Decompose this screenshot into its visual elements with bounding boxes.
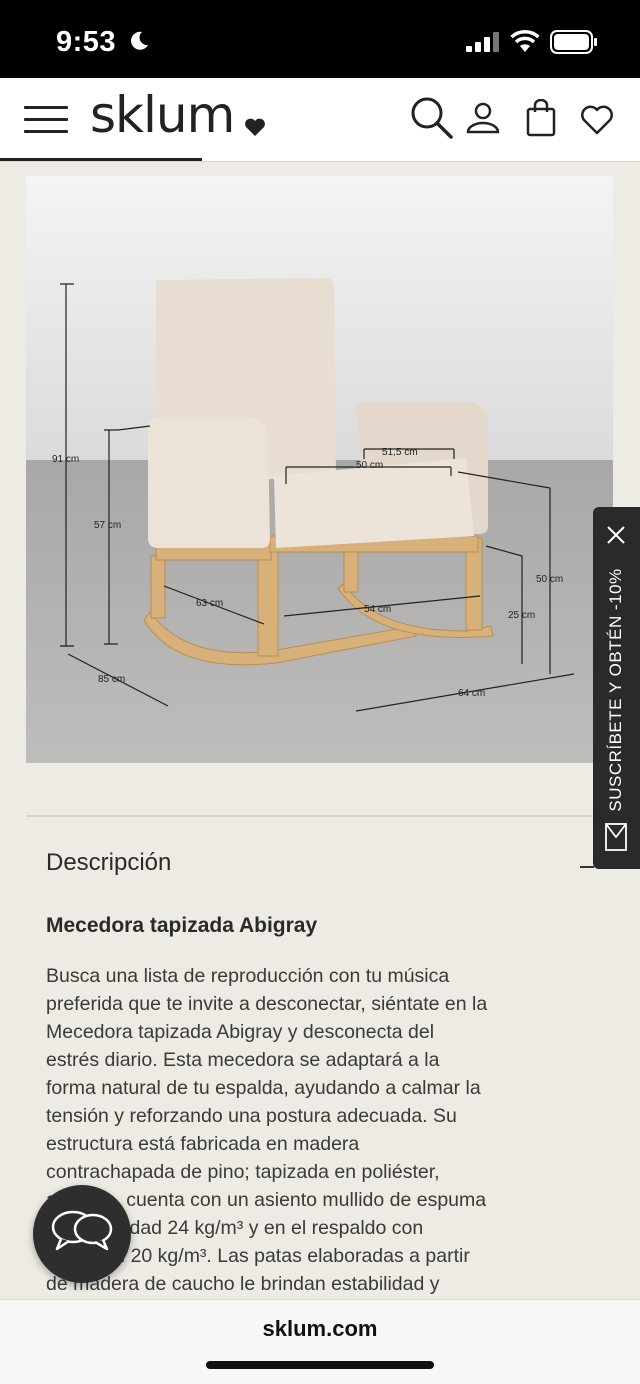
heart-icon[interactable] xyxy=(580,104,614,136)
dim-depth: 85 cm xyxy=(98,674,125,685)
subscribe-label[interactable]: SUSCRÍBETE Y OBTÉN -10% xyxy=(606,568,626,811)
search-icon[interactable] xyxy=(409,95,453,139)
dim-height-total: 91 cm xyxy=(52,454,79,465)
mail-icon[interactable] xyxy=(604,822,628,852)
dim-rocker-height: 25 cm xyxy=(508,610,535,621)
collapse-icon[interactable] xyxy=(580,866,594,868)
dim-base-width: 54 cm xyxy=(364,604,391,615)
description-line: forma natural de tu espalda, ayudando a … xyxy=(46,1077,481,1099)
moon-icon xyxy=(131,31,148,50)
close-icon[interactable] xyxy=(605,524,627,546)
bag-icon[interactable] xyxy=(526,99,556,137)
description-line: Busca una lista de reproducción con tu m… xyxy=(46,965,450,987)
product-image[interactable]: 91 cm 57 cm 85 cm 51,5 cm 50 cm 63 cm 54… xyxy=(26,176,613,763)
description-line: estrés diario. Esta mecedora se adaptará… xyxy=(46,1049,440,1071)
url-text[interactable]: sklum.com xyxy=(0,1316,640,1342)
battery-icon xyxy=(550,30,597,54)
description-line: Mecedora tapizada Abigray y desconecta d… xyxy=(46,1021,435,1043)
header-active-underline xyxy=(0,158,202,161)
description-line: preferida que te invite a desconectar, s… xyxy=(46,993,488,1015)
dim-inner-width: 51,5 cm xyxy=(382,447,418,458)
description-line: tensión y reforzando una postura adecuad… xyxy=(46,1105,457,1127)
description-line: estructura está fabricada en madera xyxy=(46,1133,360,1155)
wifi-icon xyxy=(510,30,540,52)
dim-seat-height: 50 cm xyxy=(536,574,563,585)
chat-bubbles-icon xyxy=(51,1210,113,1251)
status-bar: 9:53 xyxy=(0,0,640,78)
description-line: de madera de caucho le brindan estabilid… xyxy=(46,1273,440,1295)
logo-heart-icon xyxy=(245,118,265,136)
home-indicator xyxy=(206,1361,434,1369)
signal-icon xyxy=(466,32,499,52)
user-icon[interactable] xyxy=(466,102,500,134)
dim-total-width: 64 cm xyxy=(458,688,485,699)
dim-seat-width: 50 cm xyxy=(356,460,383,471)
product-name: Mecedora tapizada Abigray xyxy=(46,914,318,937)
sklum-logo[interactable]: sklum xyxy=(90,86,235,144)
menu-icon[interactable] xyxy=(24,104,68,136)
chat-button[interactable] xyxy=(33,1185,131,1283)
section-divider xyxy=(26,815,613,817)
dim-back-height: 57 cm xyxy=(94,520,121,531)
description-line: contrachapada de pino; tapizada en polié… xyxy=(46,1161,440,1183)
description-line: además, cuenta con un asiento mullido de… xyxy=(46,1189,487,1211)
status-time: 9:53 xyxy=(56,26,117,58)
dim-side-depth: 63 cm xyxy=(196,598,223,609)
description-title[interactable]: Descripción xyxy=(46,849,171,877)
